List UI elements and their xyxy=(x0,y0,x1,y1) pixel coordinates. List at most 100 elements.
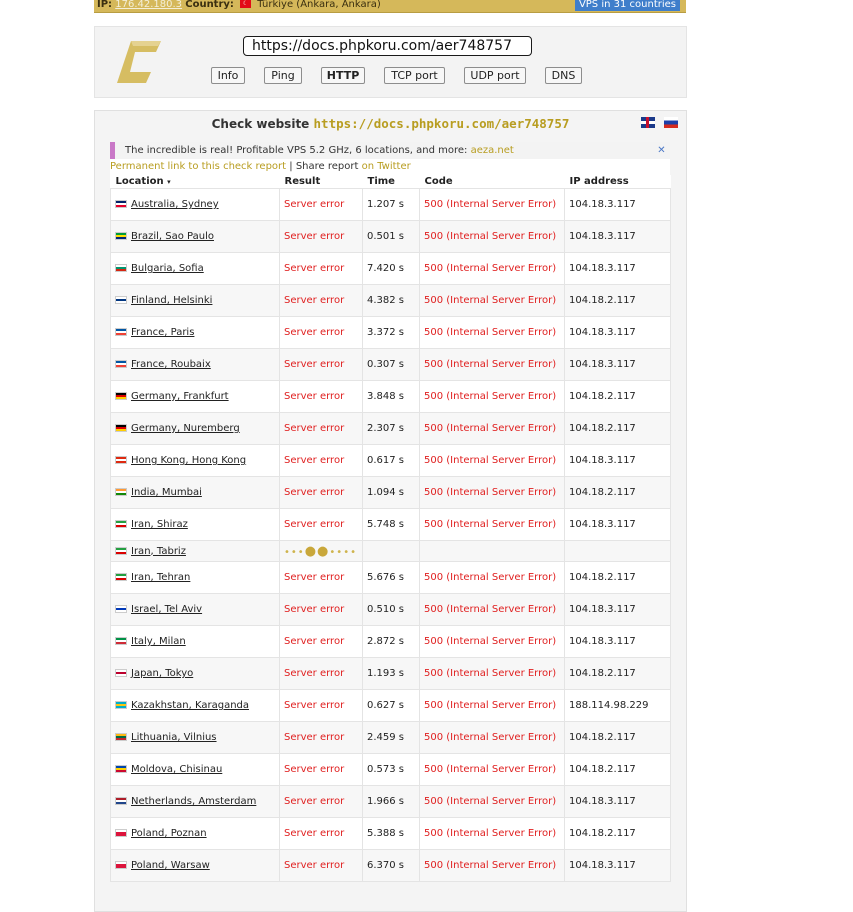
result-text: Server error xyxy=(284,295,345,306)
share-text: Share report xyxy=(295,161,359,172)
english-flag-icon[interactable] xyxy=(640,117,655,128)
location-link[interactable]: Finland, Helsinki xyxy=(131,295,212,306)
result-cell: Server error xyxy=(279,188,363,221)
result-cell: Server error xyxy=(279,348,363,381)
location-cell: India, Mumbai xyxy=(110,476,280,509)
location-link[interactable]: Brazil, Sao Paulo xyxy=(131,231,214,242)
result-text: Server error xyxy=(284,700,345,711)
table-row: Poland, Poznan Server error 5.388 s 500 (In… xyxy=(110,817,671,850)
close-icon[interactable]: ✕ xyxy=(655,144,668,157)
location-cell: Japan, Tokyo xyxy=(110,657,280,690)
location-link[interactable]: Iran, Shiraz xyxy=(131,519,188,530)
code-cell: 500 (Internal Server Error) xyxy=(419,444,565,477)
location-link[interactable]: Poland, Warsaw xyxy=(131,860,210,871)
status-code: 500 (Internal Server Error) xyxy=(424,263,557,274)
share-twitter-link[interactable]: on Twitter xyxy=(362,161,411,172)
ad-link[interactable]: aeza.net xyxy=(471,145,514,156)
status-code: 500 (Internal Server Error) xyxy=(424,700,557,711)
location-link[interactable]: Iran, Tabriz xyxy=(131,546,186,557)
table-row: Bulgaria, Sofia Server error 7.420 s 500 (I… xyxy=(110,252,671,285)
visitor-info: IP: 176.42.180.3 Country: ☾ Türkiye (Ank… xyxy=(97,0,381,10)
code-cell: 500 (Internal Server Error) xyxy=(419,849,565,882)
result-cell: Server error xyxy=(279,817,363,850)
tcp-port-button[interactable]: TCP port xyxy=(384,67,445,84)
table-row: Australia, Sydney Server error 1.207 s 500 … xyxy=(110,188,671,221)
time-cell: 1.966 s xyxy=(362,785,420,818)
info-button[interactable]: Info xyxy=(211,67,245,84)
ip-cell: 104.18.2.117 xyxy=(564,721,671,754)
location-cell: Poland, Poznan xyxy=(110,817,280,850)
table-row: Iran, Tehran Server error 5.676 s 500 (Inte… xyxy=(110,561,671,594)
location-link[interactable]: India, Mumbai xyxy=(131,487,202,498)
country-flag-icon xyxy=(115,200,127,208)
ping-button[interactable]: Ping xyxy=(264,67,302,84)
location-cell: Australia, Sydney xyxy=(110,188,280,221)
code-cell: 500 (Internal Server Error) xyxy=(419,721,565,754)
location-link[interactable]: Japan, Tokyo xyxy=(131,668,193,679)
column-header-ip: IP address xyxy=(564,175,671,189)
status-code: 500 (Internal Server Error) xyxy=(424,295,557,306)
status-code: 500 (Internal Server Error) xyxy=(424,359,557,370)
ip-cell: 104.18.3.117 xyxy=(564,444,671,477)
result-cell: Server error xyxy=(279,561,363,594)
location-link[interactable]: Netherlands, Amsterdam xyxy=(131,796,256,807)
ip-cell: 104.18.2.117 xyxy=(564,657,671,690)
column-header-code: Code xyxy=(419,175,565,189)
location-link[interactable]: Iran, Tehran xyxy=(131,572,190,583)
result-text: Server error xyxy=(284,668,345,679)
country-flag-icon xyxy=(115,296,127,304)
location-link[interactable]: Bulgaria, Sofia xyxy=(131,263,204,274)
result-text: Server error xyxy=(284,572,345,583)
time-cell: 1.094 s xyxy=(362,476,420,509)
url-input[interactable] xyxy=(243,36,532,56)
location-link[interactable]: Hong Kong, Hong Kong xyxy=(131,455,246,466)
time-cell: 2.459 s xyxy=(362,721,420,754)
site-logo-icon[interactable] xyxy=(117,41,161,83)
result-text: Server error xyxy=(284,231,345,242)
udp-port-button[interactable]: UDP port xyxy=(464,67,526,84)
status-code: 500 (Internal Server Error) xyxy=(424,519,557,530)
sort-arrow-icon[interactable]: ▾ xyxy=(167,178,171,186)
language-switcher xyxy=(637,117,678,136)
http-button[interactable]: HTTP xyxy=(321,67,365,84)
location-link[interactable]: France, Paris xyxy=(131,327,194,338)
ip-link[interactable]: 176.42.180.3 xyxy=(115,0,182,10)
location-link[interactable]: Germany, Nuremberg xyxy=(131,423,240,434)
location-link[interactable]: Australia, Sydney xyxy=(131,199,219,210)
code-cell: 500 (Internal Server Error) xyxy=(419,348,565,381)
dns-button[interactable]: DNS xyxy=(545,67,582,84)
result-text: Server error xyxy=(284,764,345,775)
location-cell: Netherlands, Amsterdam xyxy=(110,785,280,818)
country-flag-icon xyxy=(115,765,127,773)
ip-cell: 104.18.3.117 xyxy=(564,188,671,221)
result-cell: Server error xyxy=(279,284,363,317)
russian-flag-icon[interactable] xyxy=(664,117,678,128)
result-cell: Server error xyxy=(279,220,363,253)
location-link[interactable]: Poland, Poznan xyxy=(131,828,207,839)
column-header-location[interactable]: Location ▾ xyxy=(110,175,280,189)
result-text: Server error xyxy=(284,455,345,466)
report-links: Permanent link to this check report | Sh… xyxy=(110,159,670,175)
location-link[interactable]: Israel, Tel Aviv xyxy=(131,604,202,615)
code-cell: 500 (Internal Server Error) xyxy=(419,188,565,221)
table-row: Germany, Nuremberg Server error 2.307 s 500… xyxy=(110,412,671,445)
country-flag-icon xyxy=(115,546,127,555)
vps-badge-link[interactable]: VPS in 31 countries xyxy=(574,0,680,11)
location-link[interactable]: Moldova, Chisinau xyxy=(131,764,222,775)
location-link[interactable]: France, Roubaix xyxy=(131,359,211,370)
permanent-link[interactable]: Permanent link to this check report xyxy=(110,161,286,172)
table-row: Iran, Tabriz •••●●•••• xyxy=(110,540,671,562)
code-cell xyxy=(419,540,565,562)
ad-banner[interactable]: The incredible is real! Profitable VPS 5… xyxy=(110,142,670,159)
location-link[interactable]: Lithuania, Vilnius xyxy=(131,732,217,743)
time-cell: 2.307 s xyxy=(362,412,420,445)
time-cell xyxy=(362,540,420,562)
status-code: 500 (Internal Server Error) xyxy=(424,572,557,583)
check-toolbox: Info Ping HTTP TCP port UDP port DNS xyxy=(94,26,687,98)
location-link[interactable]: Italy, Milan xyxy=(131,636,186,647)
ip-cell: 104.18.3.117 xyxy=(564,593,671,626)
location-link[interactable]: Kazakhstan, Karaganda xyxy=(131,700,249,711)
column-header-result: Result xyxy=(279,175,363,189)
link-separator: | xyxy=(289,161,293,172)
location-link[interactable]: Germany, Frankfurt xyxy=(131,391,229,402)
